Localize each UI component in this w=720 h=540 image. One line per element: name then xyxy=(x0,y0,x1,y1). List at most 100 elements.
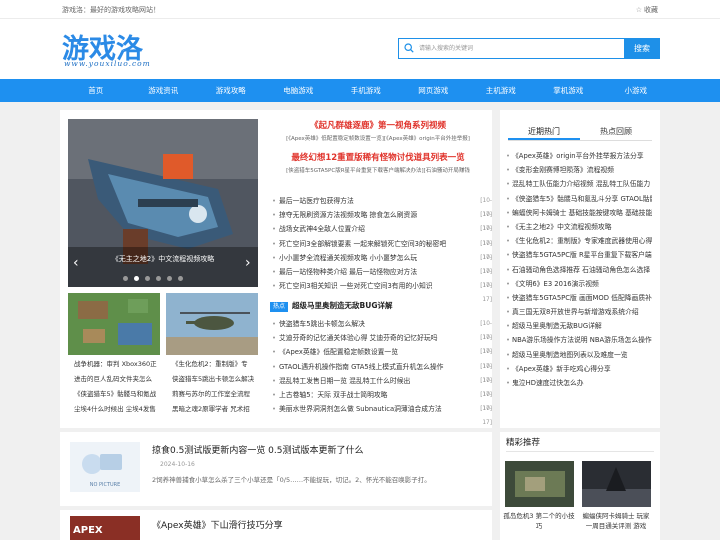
news-row[interactable]: 上古卷轴5：天际 双手战士简明攻略 [10-17] xyxy=(268,388,492,412)
headline-sub-2[interactable]: [侠盗猎车5GTA5PC版R星平台重复下载客户端解决办法][石油骚动开局赚钱 xyxy=(268,165,488,177)
recommend-image-crysis[interactable] xyxy=(505,461,574,507)
slider-dot[interactable] xyxy=(167,276,172,281)
list-link[interactable]: 尘埃4什么时候出 尘埃4发售 xyxy=(68,402,166,417)
news-title[interactable]: GTAOL遇升机操作指南 GTA5线上模式直升机怎么操作 xyxy=(268,360,472,374)
search-button[interactable]: 搜索 xyxy=(624,38,660,59)
tab-recent-hot[interactable]: 近期热门 xyxy=(508,122,580,140)
recommend-caption[interactable]: 孤岛危机3 第二个的小技巧 xyxy=(503,511,575,531)
news-title[interactable]: 掠夺无限刷资源方法视频攻略 掠食怎么刷资源 xyxy=(268,208,472,222)
nav-item-mobile-games[interactable]: 手机游戏 xyxy=(332,79,400,102)
list-item[interactable]: 《变形金刚赛博坦陨落》流程视频 xyxy=(506,163,652,177)
hot-title[interactable]: 超级马里奥制造无敌BUG详解 xyxy=(292,301,392,310)
nav-item-web-games[interactable]: 网页游戏 xyxy=(400,79,468,102)
news-date: [10-17] xyxy=(480,406,492,427)
headline-title-2[interactable]: 最终幻想12重置版稀有怪物讨伐道具列表一览 xyxy=(268,151,488,165)
thumb-image-pixel-game[interactable] xyxy=(68,293,160,355)
recommend-image-batman[interactable] xyxy=(582,461,651,507)
nav-item-home[interactable]: 首页 xyxy=(62,79,130,102)
list-link[interactable]: 《生化危机2：重制版》专 xyxy=(166,357,264,372)
news-title[interactable]: 小小噩梦全流程通关视频攻略 小小噩梦怎么玩 xyxy=(268,251,472,265)
news-row[interactable]: 最后一站医疗包获得方法 [10-17] xyxy=(268,194,492,218)
list-item[interactable]: 《Apex英雄》origin平台外挂举报方法分享 xyxy=(506,149,652,163)
list-item[interactable]: 侠盗猎车5GTA5PC版 R星平台重复下载客户端 xyxy=(506,248,652,262)
main-panel: ‹ › 《无主之地2》中文流程视频攻略 战争机器：审判 Xbox360正 《生化危… xyxy=(60,110,492,428)
list-link[interactable]: 《侠盗猎车5》骷髅马和氪战 xyxy=(68,387,166,402)
thumb-link-list: 战争机器：审判 Xbox360正 《生化危机2：重制版》专 进击的巨人乱码文件夹怎… xyxy=(68,357,268,417)
news-date: [10-17] xyxy=(480,254,492,275)
news-title[interactable]: 艾迪芬奇的记忆通关体验心得 艾迪芬奇的记忆好玩吗 xyxy=(268,331,472,345)
headline-title-1[interactable]: 《起凡群雄逐鹿》第一视角系列视频 xyxy=(268,119,488,133)
list-item[interactable]: 侠盗猎车5GTA5PC版 画面MOD 低配降画质补丁 xyxy=(506,291,652,305)
recommend-caption[interactable]: 蝙蝠侠阿卡姆骑士 玩家一周目通关评测 游戏 xyxy=(580,511,652,531)
news-title[interactable]: 死亡空间3全部解锁要素 一起来解锁死亡空间3的秘密吧 xyxy=(268,237,472,251)
slider-dot[interactable] xyxy=(178,276,183,281)
list-item[interactable]: 超级马里奥制造无敌BUG详解 xyxy=(506,319,652,333)
list-item[interactable]: NBA游乐场操作方法说明 NBA游乐场怎么操作 xyxy=(506,333,652,347)
news-row[interactable]: GTAOL遇升机操作指南 GTA5线上模式直升机怎么操作 [10-17] xyxy=(268,360,492,384)
headline-sub-1[interactable]: [《Apex英雄》低配置稳定帧数设置一览][《Apex英雄》origin平台外挂… xyxy=(268,133,488,145)
list-item[interactable]: 石油骚动角色选择推荐 石油骚动角色怎么选择 xyxy=(506,263,652,277)
nav-item-pc-games[interactable]: 电脑游戏 xyxy=(265,79,333,102)
tab-hot-review[interactable]: 热点回顾 xyxy=(580,122,652,140)
news-row[interactable]: 最后一站怪物种类介绍 最后一站怪物应对方法 [10-17] xyxy=(268,265,492,289)
list-link[interactable]: 进击的巨人乱码文件夹怎么 xyxy=(68,372,166,387)
list-link[interactable]: 侠盗猎车5跳出卡顿怎么解决 xyxy=(166,372,264,387)
article-title[interactable]: 掠食0.5测试版更新内容一览 0.5测试版本更新了什么 xyxy=(152,443,364,456)
article-card: APEX 《Apex英雄》下山滑行技巧分享 xyxy=(60,510,492,540)
news-row[interactable]: 艾迪芬奇的记忆通关体验心得 艾迪芬奇的记忆好玩吗 [10-17] xyxy=(268,331,492,355)
logo-url: www.youxiluo.com xyxy=(64,59,151,68)
news-title[interactable]: 死亡空间3相关知识 一些对死亡空间3有用的小知识 xyxy=(268,279,472,293)
nav-item-news[interactable]: 游戏资讯 xyxy=(130,79,198,102)
news-row[interactable]: 死亡空间3相关知识 一些对死亡空间3有用的小知识 [10-17] xyxy=(268,279,492,303)
news-row[interactable]: 战场女武神4全敌人位置介绍 [10-17] xyxy=(268,222,492,246)
nav-item-mini-games[interactable]: 小游戏 xyxy=(602,79,670,102)
nav-item-console-games[interactable]: 主机游戏 xyxy=(467,79,535,102)
news-title[interactable]: 最后一站怪物种类介绍 最后一站怪物应对方法 xyxy=(268,265,472,279)
slider-dot[interactable] xyxy=(156,276,161,281)
news-row[interactable]: 美丽水世界洞洞剂怎么做 Subnautica洞薄油合成方法 [10-17] xyxy=(268,402,492,427)
list-item[interactable]: 《文明6》E3 2016演示视频 xyxy=(506,277,652,291)
image-slider[interactable]: ‹ › 《无主之地2》中文流程视频攻略 xyxy=(68,119,258,287)
news-title[interactable]: 侠盗猎车5跳出卡顿怎么解决 xyxy=(268,317,472,331)
list-item[interactable]: 超级马里奥制造地图列表以及难度一览 xyxy=(506,348,652,362)
site-logo[interactable]: 游戏洛 www.youxiluo.com xyxy=(62,27,162,71)
favorite-link[interactable]: ☆ 收藏 xyxy=(636,5,658,15)
list-item[interactable]: 《生化危机2：重制版》专家难度武器使用心得 xyxy=(506,234,652,248)
list-item[interactable]: 蝙蝠侠阿卡姆骑士 基础技能按键攻略 基础技能 xyxy=(506,206,652,220)
news-title[interactable]: 上古卷轴5：天际 双手战士简明攻略 xyxy=(268,388,472,402)
list-item[interactable]: 《侠盗猎车5》骷髅马和氪乱斗分享 GTAOL骷髅 xyxy=(506,192,652,206)
list-link[interactable]: 莉赛与苏尔的工作室全流程 xyxy=(166,387,264,402)
news-title[interactable]: 《Apex英雄》低配置稳定帧数设置一览 xyxy=(268,345,472,359)
slider-dot[interactable] xyxy=(123,276,128,281)
slider-dot-active[interactable] xyxy=(134,276,139,281)
news-title[interactable]: 最后一站医疗包获得方法 xyxy=(268,194,472,208)
news-row[interactable]: 死亡空间3全部解锁要素 一起来解锁死亡空间3的秘密吧 [10-17] xyxy=(268,237,492,261)
search-input[interactable] xyxy=(398,38,624,59)
news-date: [10-17] xyxy=(480,212,492,233)
thumb-image-helicopter[interactable] xyxy=(166,293,258,355)
search-icon xyxy=(404,43,414,53)
news-row[interactable]: 混乱特工发售日期一览 混乱特工什么时候出 [10-17] xyxy=(268,374,492,398)
list-link[interactable]: 战争机器：审判 Xbox360正 xyxy=(68,357,166,372)
nav-item-handheld-games[interactable]: 掌机游戏 xyxy=(535,79,603,102)
article-thumbnail[interactable]: NO PICTURE xyxy=(70,442,140,492)
news-title[interactable]: 混乱特工发售日期一览 混乱特工什么时候出 xyxy=(268,374,472,388)
no-picture-icon: NO PICTURE xyxy=(70,442,140,492)
article-title[interactable]: 《Apex英雄》下山滑行技巧分享 xyxy=(152,518,283,531)
news-row[interactable]: 小小噩梦全流程通关视频攻略 小小噩梦怎么玩 [10-17] xyxy=(268,251,492,275)
list-item[interactable]: 鬼泣HD速度过快怎么办 xyxy=(506,376,652,390)
news-row[interactable]: 《Apex英雄》低配置稳定帧数设置一览 [10-17] xyxy=(268,345,492,369)
article-thumbnail[interactable]: APEX xyxy=(70,516,140,540)
sidebar-list: 《Apex英雄》origin平台外挂举报方法分享 《变形金刚赛博坦陨落》流程视频… xyxy=(506,149,652,390)
news-row[interactable]: 掠夺无限刷资源方法视频攻略 掠食怎么刷资源 [10-17] xyxy=(268,208,492,233)
list-item[interactable]: 《无主之地2》中文流程视频攻略 xyxy=(506,220,652,234)
list-link[interactable]: 黑暗之魂2原罪学者 咒术招 xyxy=(166,402,264,417)
nav-item-guides[interactable]: 游戏攻略 xyxy=(197,79,265,102)
list-item[interactable]: 混乱特工队伍能力介绍视频 混乱特工队伍能力 xyxy=(506,177,652,191)
list-item[interactable]: 《Apex英雄》新手吃鸡心得分享 xyxy=(506,362,652,376)
news-title[interactable]: 美丽水世界洞洞剂怎么做 Subnautica洞薄油合成方法 xyxy=(268,402,472,416)
slider-dot[interactable] xyxy=(145,276,150,281)
list-item[interactable]: 真三国无双8开放世界与新增游戏系统介绍 xyxy=(506,305,652,319)
news-row[interactable]: 侠盗猎车5跳出卡顿怎么解决 [10-17] xyxy=(268,317,492,341)
news-title[interactable]: 战场女武神4全敌人位置介绍 xyxy=(268,222,472,236)
